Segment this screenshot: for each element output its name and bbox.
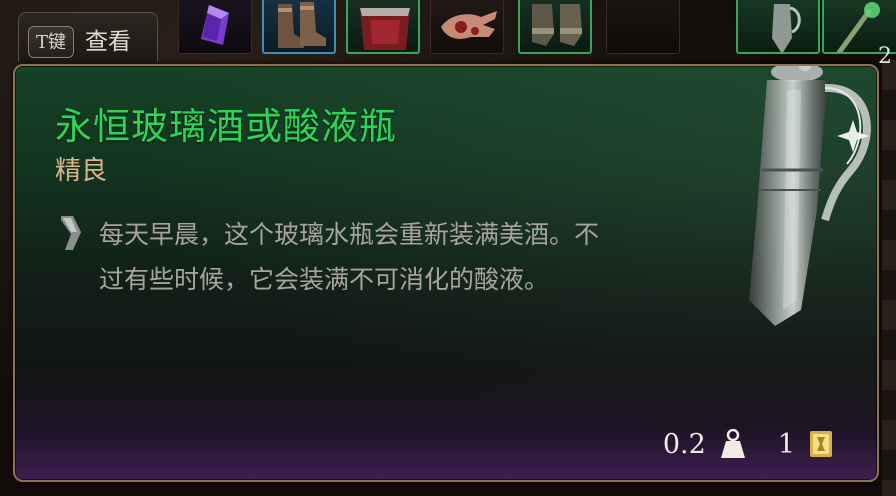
weight-icon xyxy=(720,429,745,458)
tooltip-footer: 0.2 1 xyxy=(663,424,833,464)
price-value: 1 xyxy=(777,428,795,460)
inventory-slot-decanter[interactable] xyxy=(736,0,820,54)
inventory-slot-purple-gem[interactable] xyxy=(178,0,252,54)
key-hint-panel[interactable]: T键 查看 xyxy=(18,12,158,62)
pewter-decanter-icon xyxy=(749,66,871,326)
examine-label: 查看 xyxy=(85,29,131,55)
quill-marker-icon xyxy=(61,216,81,250)
decanter-thumbnail-icon xyxy=(772,4,801,52)
inventory-slot-red-bag[interactable] xyxy=(346,0,420,54)
item-description: 每天早晨，这个玻璃水瓶会重新装满美酒。不过有些时候，它会装满不可消化的酸液。 xyxy=(99,220,600,294)
stack-count-badge: 2 xyxy=(878,44,892,69)
gold-coin-icon xyxy=(810,431,832,457)
item-title: 永恒玻璃酒或酸液瓶 xyxy=(55,105,397,148)
inventory-slot-gloves[interactable] xyxy=(518,0,592,54)
item-rarity: 精良 xyxy=(55,156,108,186)
inventory-side-frame xyxy=(882,60,896,496)
inventory-slot-boots[interactable] xyxy=(262,0,336,54)
severed-hand-icon xyxy=(441,11,497,39)
red-bag-icon xyxy=(360,8,410,50)
item-tooltip: 永恒玻璃酒或酸液瓶 精良 每天早晨，这个玻璃水瓶会重新装满美酒。不过有些时候，它… xyxy=(13,64,879,482)
weight-value: 0.2 xyxy=(662,428,706,460)
gloves-icon xyxy=(532,4,582,46)
t-key-cap: T键 xyxy=(28,26,74,58)
inventory-slot-severed-hand[interactable] xyxy=(430,0,504,54)
boots-icon xyxy=(278,2,326,48)
inventory-slot-empty[interactable] xyxy=(606,0,680,54)
purple-gem-icon xyxy=(201,5,229,45)
